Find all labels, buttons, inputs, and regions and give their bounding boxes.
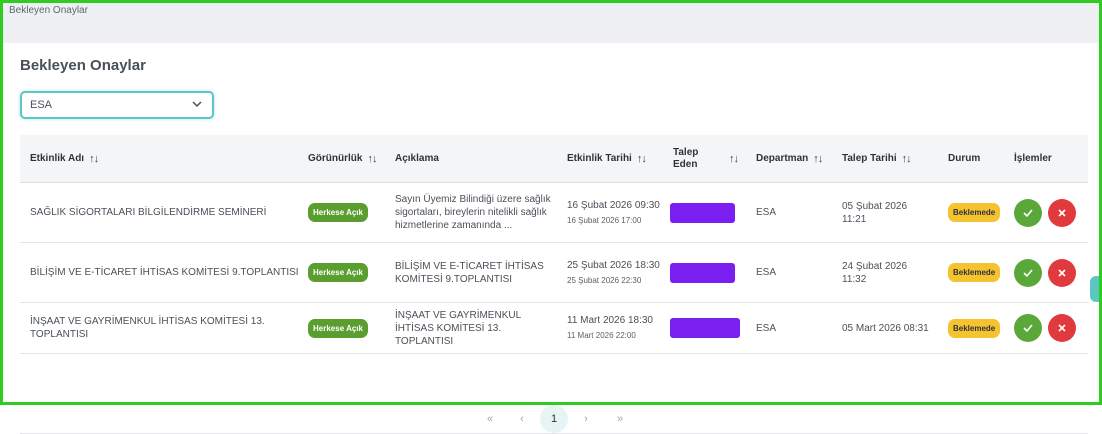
close-icon xyxy=(1058,324,1066,332)
close-icon xyxy=(1058,208,1066,217)
department-select-value: ESA xyxy=(30,99,53,111)
column-header-request-date[interactable]: Talep Tarihi ↑↓ xyxy=(842,135,912,182)
event-date: 25 Şubat 2026 18:30 25 Şubat 2026 22:30 xyxy=(567,259,660,285)
sort-arrows-icon[interactable]: ↑↓ xyxy=(89,153,99,165)
approve-button[interactable] xyxy=(1014,198,1042,227)
main-card: Bekleyen Onaylar ESA Etkinlik Adı ↑↓ Gör… xyxy=(4,43,1089,434)
reject-button[interactable] xyxy=(1048,198,1076,227)
last-page-button[interactable]: » xyxy=(606,405,634,433)
column-header-status: Durum xyxy=(948,153,981,164)
table-header: Etkinlik Adı ↑↓ Görünürlük ↑↓ Açıklama E… xyxy=(20,135,1088,183)
department-value: ESA xyxy=(756,207,777,218)
check-icon xyxy=(1023,268,1033,277)
check-icon xyxy=(1023,324,1033,333)
column-header-event-date[interactable]: Etkinlik Tarihi ↑↓ xyxy=(567,135,647,182)
page-title: Bekleyen Onaylar xyxy=(20,57,146,74)
event-name: İNŞAAT VE GAYRİMENKUL İHTİSAS KOMİTESİ 1… xyxy=(30,316,265,340)
event-date: 11 Mart 2026 18:30 11 Mart 2026 22:00 xyxy=(567,315,653,340)
chevron-down-icon xyxy=(192,101,202,108)
check-icon xyxy=(1023,208,1033,217)
page-button-current[interactable]: 1 xyxy=(540,405,568,433)
event-description: Sayın Üyemiz Bilindiği üzere sağlık sigo… xyxy=(395,194,551,231)
sort-arrows-icon[interactable]: ↑↓ xyxy=(367,153,377,165)
column-header-visibility[interactable]: Görünürlük ↑↓ xyxy=(308,135,377,182)
event-name: SAĞLIK SİGORTALARI BİLGİLENDİRME SEMİNER… xyxy=(30,207,267,218)
column-header-description: Açıklama xyxy=(395,153,439,164)
sort-arrows-icon[interactable]: ↑↓ xyxy=(813,153,823,165)
status-badge: Beklemede xyxy=(948,318,1001,338)
reject-button[interactable] xyxy=(1048,258,1076,287)
event-date: 16 Şubat 2026 09:30 16 Şubat 2026 17:00 xyxy=(567,199,660,225)
visibility-badge: Herkese Açık xyxy=(308,318,368,338)
top-bar: Bekleyen Onaylar xyxy=(3,3,1099,43)
window-title: Bekleyen Onaylar xyxy=(9,5,88,16)
table-row: İNŞAAT VE GAYRİMENKUL İHTİSAS KOMİTESİ 1… xyxy=(20,303,1088,354)
event-description: BİLİŞİM VE E-TİCARET İHTİSAS KOMİTESİ 9.… xyxy=(395,260,544,285)
approve-button[interactable] xyxy=(1014,314,1042,342)
request-date: 05 Şubat 2026 11:21 xyxy=(842,200,908,225)
redacted-requester xyxy=(670,318,740,338)
reject-button[interactable] xyxy=(1048,314,1076,342)
request-date: 05 Mart 2026 08:31 xyxy=(842,322,929,334)
sort-arrows-icon[interactable]: ↑↓ xyxy=(637,153,647,165)
first-page-button[interactable]: « xyxy=(476,405,504,433)
event-name: BİLİŞİM VE E-TİCARET İHTİSAS KOMİTESİ 9.… xyxy=(30,267,299,278)
department-value: ESA xyxy=(756,267,777,278)
department-value: ESA xyxy=(756,322,777,334)
pagination: « ‹ 1 › » xyxy=(20,403,1088,434)
column-header-actions: İşlemler xyxy=(1014,153,1052,164)
sort-arrows-icon[interactable]: ↑↓ xyxy=(902,153,912,165)
approvals-table: Etkinlik Adı ↑↓ Görünürlük ↑↓ Açıklama E… xyxy=(20,135,1088,434)
column-header-requester[interactable]: Talep Eden ↑↓ xyxy=(673,135,739,182)
column-header-name[interactable]: Etkinlik Adı ↑↓ xyxy=(30,135,99,182)
request-date: 24 Şubat 2026 11:32 xyxy=(842,260,908,285)
visibility-badge: Herkese Açık xyxy=(308,203,368,222)
table-row: BİLİŞİM VE E-TİCARET İHTİSAS KOMİTESİ 9.… xyxy=(20,243,1088,303)
table-row: SAĞLIK SİGORTALARI BİLGİLENDİRME SEMİNER… xyxy=(20,183,1088,243)
side-panel-tab[interactable] xyxy=(1090,276,1102,302)
sort-arrows-icon[interactable]: ↑↓ xyxy=(729,153,739,165)
prev-page-button[interactable]: ‹ xyxy=(508,405,536,433)
redacted-requester xyxy=(670,202,735,223)
event-description: İNŞAAT VE GAYRİMENKUL İHTİSAS KOMİTESİ 1… xyxy=(395,309,521,347)
redacted-requester xyxy=(670,262,735,283)
visibility-badge: Herkese Açık xyxy=(308,263,368,282)
column-header-department[interactable]: Departman ↑↓ xyxy=(756,135,823,182)
close-icon xyxy=(1058,268,1066,277)
approve-button[interactable] xyxy=(1014,258,1042,287)
department-select[interactable]: ESA xyxy=(20,91,214,119)
status-badge: Beklemede xyxy=(948,263,1001,282)
status-badge: Beklemede xyxy=(948,203,1001,222)
next-page-button[interactable]: › xyxy=(572,405,600,433)
